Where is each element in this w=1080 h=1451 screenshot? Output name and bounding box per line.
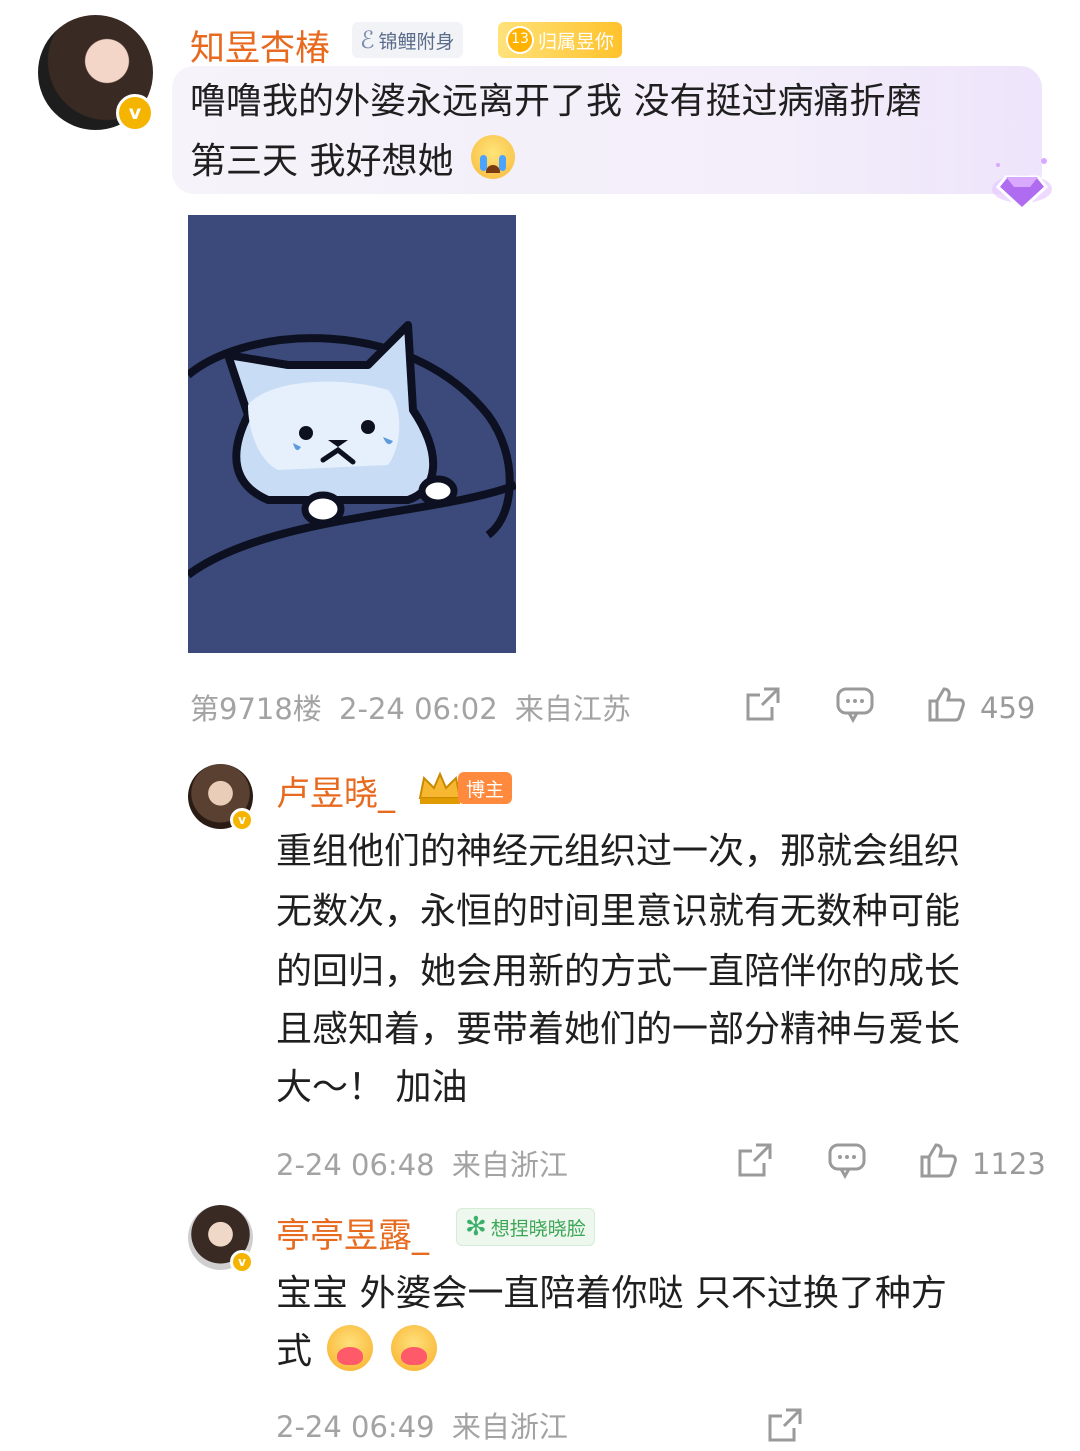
reply-text-line-2-content: 式 bbox=[276, 1331, 313, 1372]
reply-author-name[interactable]: 卢昱晓_ bbox=[276, 766, 395, 815]
reply-text-line: 重组他们的神经元组织过一次，那就会组织 bbox=[276, 831, 961, 872]
fan-badge-label: 想捏晓晓脸 bbox=[490, 1217, 586, 1240]
floor-number: 第9718楼 bbox=[190, 692, 322, 726]
hug-emoji-icon bbox=[390, 1325, 437, 1371]
koi-badge-label: 锦鲤附身 bbox=[378, 30, 455, 53]
share-icon bbox=[744, 685, 782, 730]
reply-meta: 2-24 06:48 来自浙江 bbox=[276, 1142, 568, 1184]
crown-icon bbox=[416, 768, 464, 808]
reply-time: 2-24 06:48 bbox=[276, 1148, 435, 1182]
host-badge: 博主 bbox=[458, 772, 513, 804]
reply-text-line: 大～！ 加油 bbox=[276, 1067, 468, 1108]
verified-badge-icon: v bbox=[230, 808, 254, 832]
reply-text-line-2: 式 bbox=[276, 1322, 437, 1382]
thumbs-up-icon bbox=[926, 685, 966, 730]
fan-level-number: 13 bbox=[506, 26, 534, 54]
reply-text-line: 无数次，永恒的时间里意识就有无数种可能 bbox=[276, 891, 961, 932]
share-button[interactable] bbox=[744, 685, 782, 730]
fan-badge[interactable]: ✻ 想捏晓晓脸 bbox=[456, 1208, 595, 1246]
verified-badge-icon: v bbox=[116, 94, 154, 132]
share-icon bbox=[766, 1406, 804, 1451]
post-text-line-2-content: 第三天 我好想她 bbox=[190, 141, 454, 182]
crying-emoji-icon bbox=[470, 135, 515, 179]
host-badge-label: 博主 bbox=[466, 778, 505, 801]
share-button[interactable] bbox=[736, 1141, 774, 1186]
hug-emoji-icon bbox=[327, 1325, 374, 1371]
reply-location: 来自浙江 bbox=[451, 1148, 568, 1182]
like-button[interactable]: 459 bbox=[926, 685, 1035, 730]
reply-text-line: 宝宝 外婆会一直陪着你哒 只不过换了种方 bbox=[276, 1273, 947, 1314]
clover-icon: ✻ bbox=[465, 1212, 487, 1242]
koi-fish-icon: ℰ bbox=[360, 26, 375, 54]
koi-badge[interactable]: ℰ 锦鲤附身 bbox=[352, 22, 463, 58]
fan-badge-label: 归属昱你 bbox=[538, 30, 615, 53]
post-location: 来自江苏 bbox=[514, 692, 631, 726]
reply-location: 来自浙江 bbox=[451, 1410, 568, 1444]
reply-text-line: 的回归，她会用新的方式一直陪伴你的成长 bbox=[276, 951, 961, 992]
post-text-line-2: 第三天 我好想她 bbox=[190, 132, 515, 192]
like-button[interactable]: 1123 bbox=[918, 1141, 1046, 1186]
diamond-decoration-icon bbox=[990, 155, 1054, 215]
comment-icon bbox=[827, 1141, 867, 1186]
comment-button[interactable] bbox=[835, 685, 875, 730]
post-time: 2-24 06:02 bbox=[339, 692, 498, 726]
thumbs-up-icon bbox=[918, 1141, 958, 1186]
reply-text-line: 且感知着，要带着她们的一部分精神与爱长 bbox=[276, 1009, 961, 1050]
reply-author-name[interactable]: 亭亭昱露_ bbox=[276, 1208, 429, 1257]
share-button[interactable] bbox=[766, 1406, 804, 1451]
like-count: 459 bbox=[980, 690, 1036, 725]
comment-button[interactable] bbox=[827, 1141, 867, 1186]
verified-badge-icon: v bbox=[230, 1250, 254, 1274]
reply-time: 2-24 06:49 bbox=[276, 1410, 435, 1444]
like-count: 1123 bbox=[972, 1146, 1046, 1181]
post-author-name[interactable]: 知昱杏椿 bbox=[190, 20, 330, 71]
post-image-crying-cat[interactable] bbox=[188, 215, 516, 653]
post-meta: 第9718楼 2-24 06:02 来自江苏 bbox=[190, 686, 631, 728]
fan-level-badge[interactable]: 13 归属昱你 bbox=[498, 22, 623, 58]
comment-icon bbox=[835, 685, 875, 730]
share-icon bbox=[736, 1141, 774, 1186]
post-text-line-1: 噜噜我的外婆永远离开了我 没有挺过病痛折磨 bbox=[190, 81, 922, 122]
